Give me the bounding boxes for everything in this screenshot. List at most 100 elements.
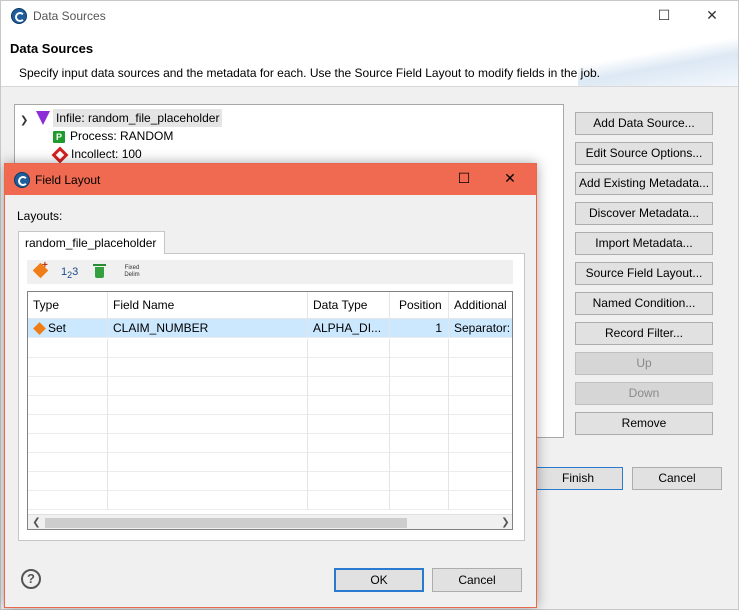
main-cancel-button[interactable]: Cancel [632,467,722,490]
tree-item-label: Incollect: 100 [71,147,142,161]
empty-cell [449,434,512,453]
empty-cell [308,377,390,396]
empty-cell [449,339,512,358]
empty-table-row [28,453,512,472]
empty-cell [390,491,449,510]
empty-table-row [28,377,512,396]
empty-cell [108,377,308,396]
set-icon [33,322,46,336]
empty-cell [308,415,390,434]
empty-cell [308,472,390,491]
record-filter-button[interactable]: Record Filter... [575,322,713,345]
column-header-field-name[interactable]: Field Name [108,292,308,319]
dialog-cancel-button[interactable]: Cancel [432,568,522,592]
remove-button[interactable]: Remove [575,412,713,435]
cell-data-type: ALPHA_DI... [308,319,390,338]
column-header-type[interactable]: Type [28,292,108,319]
add-existing-metadata-button[interactable]: Add Existing Metadata... [575,172,713,195]
empty-cell [108,472,308,491]
empty-cell [449,453,512,472]
main-header: Data Sources Specify input data sources … [1,32,738,87]
dialog-title: Field Layout [35,173,101,187]
scroll-right-icon[interactable]: ❯ [497,515,512,529]
down-button[interactable]: Down [575,382,713,405]
maximize-icon[interactable]: ☐ [653,6,675,26]
empty-cell [108,434,308,453]
empty-table-row [28,339,512,358]
empty-cell [308,434,390,453]
edit-source-options-button[interactable]: Edit Source Options... [575,142,713,165]
empty-cell [28,491,108,510]
empty-table-row [28,358,512,377]
empty-cell [28,339,108,358]
scroll-left-icon[interactable]: ❮ [28,515,45,529]
named-condition-button[interactable]: Named Condition... [575,292,713,315]
field-layout-grid[interactable]: Type Field Name Data Type Position Addit… [27,291,513,530]
add-numeric-field-icon[interactable]: 123 [61,262,81,282]
empty-cell [308,491,390,510]
tree-item-process[interactable]: P Process: RANDOM [53,127,173,145]
add-data-source-button[interactable]: Add Data Source... [575,112,713,135]
empty-cell [390,472,449,491]
add-set-icon[interactable] [33,260,49,282]
empty-cell [449,358,512,377]
process-p-icon: P [53,130,65,143]
dialog-maximize-icon[interactable]: ☐ [453,169,475,189]
empty-table-row [28,434,512,453]
main-window-title: Data Sources [33,9,106,23]
empty-cell [308,396,390,415]
cell-additional: Separator: , [454,321,513,335]
tree-item-infile[interactable]: ❯ Infile: random_file_placeholder [15,109,315,127]
empty-cell [449,377,512,396]
dialog-close-icon[interactable]: ✕ [499,169,521,189]
empty-cell [28,453,108,472]
empty-cell [108,358,308,377]
main-title-bar[interactable]: Data Sources ☐ ✕ [1,1,738,32]
discover-metadata-button[interactable]: Discover Metadata... [575,202,713,225]
empty-cell [108,396,308,415]
empty-cell [390,434,449,453]
fixed-delim-icon[interactable]: Fixed Delim [121,262,143,282]
empty-cell [108,415,308,434]
empty-cell [308,339,390,358]
scroll-thumb[interactable] [45,518,407,528]
cell-type: Set [28,319,108,338]
ok-button[interactable]: OK [334,568,424,592]
column-header-additional[interactable]: Additional [449,292,512,319]
cell-type-text: Set [48,321,67,335]
delete-trash-icon[interactable] [93,262,107,282]
cell-position: 1 [390,319,449,338]
empty-table-row [28,396,512,415]
import-metadata-button[interactable]: Import Metadata... [575,232,713,255]
tree-item-label: Process: RANDOM [70,129,174,143]
help-icon[interactable]: ? [21,569,41,589]
page-heading: Data Sources [10,41,94,56]
chevron-down-icon[interactable]: ❯ [20,112,28,130]
empty-cell [390,358,449,377]
empty-cell [390,377,449,396]
empty-table-row [28,472,512,491]
table-row[interactable]: Set CLAIM_NUMBER ALPHA_DI... 1 Separator… [28,319,513,338]
empty-cell [108,339,308,358]
infile-v-icon [36,111,50,125]
empty-cell [28,415,108,434]
dialog-app-logo-icon [14,172,30,188]
column-header-position[interactable]: Position [390,292,449,319]
column-header-data-type[interactable]: Data Type [308,292,390,319]
app-logo-icon [11,8,27,24]
empty-table-row [28,415,512,434]
page-description: Specify input data sources and the metad… [19,66,601,80]
tab-random-file-placeholder[interactable]: random_file_placeholder [18,231,165,254]
red-diamond-icon [51,146,69,164]
field-toolbar: 123 FixedDelim [27,260,513,284]
source-field-layout-button[interactable]: Source Field Layout... [575,262,713,285]
finish-button[interactable]: Finish [533,467,623,490]
empty-cell [28,358,108,377]
dialog-title-bar[interactable]: Field Layout ☐ ✕ [5,164,536,195]
grid-header: Type Field Name Data Type Position Addit… [28,292,512,319]
tree-item-incollect[interactable]: Incollect: 100 [51,145,142,164]
tab-border-cover [19,252,164,254]
horizontal-scrollbar[interactable]: ❮ ❯ [28,514,512,529]
up-button[interactable]: Up [575,352,713,375]
close-icon[interactable]: ✕ [701,6,723,26]
